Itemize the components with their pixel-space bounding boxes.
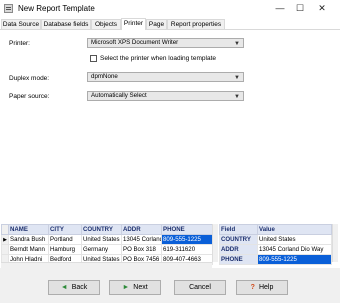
help-label: Help: [258, 284, 274, 291]
table-cell-selected[interactable]: 809-555-1225: [161, 234, 213, 245]
list-item[interactable]: PHONE 809-555-1225: [219, 254, 332, 265]
row-indicator-header: [1, 224, 9, 235]
table-cell[interactable]: Hamburg: [48, 244, 82, 255]
table-cell[interactable]: Portland: [48, 234, 82, 245]
data-grid-header: NAME CITY COUNTRY ADDR PHONE: [1, 224, 213, 235]
column-header-value[interactable]: Value: [257, 224, 332, 235]
tab-database-fields[interactable]: Database fields: [41, 19, 91, 29]
chevron-down-icon: ▼: [234, 41, 240, 47]
printer-label: Printer:: [9, 40, 30, 47]
tab-page[interactable]: Page: [146, 19, 167, 29]
back-button[interactable]: ◄ Back: [48, 280, 100, 295]
arrow-right-icon: ►: [122, 284, 130, 291]
cancel-label: Cancel: [189, 284, 211, 291]
tab-printer[interactable]: Printer: [121, 18, 146, 30]
field-grid-vertical-scrollbar[interactable]: [332, 224, 338, 262]
select-printer-label: Select the printer when loading template: [100, 55, 216, 62]
help-icon: ?: [250, 284, 255, 291]
column-header-name[interactable]: NAME: [8, 224, 49, 235]
arrow-left-icon: ◄: [60, 284, 68, 291]
field-value-selected[interactable]: 809-555-1225: [257, 254, 332, 265]
column-header-country[interactable]: COUNTRY: [81, 224, 122, 235]
table-cell[interactable]: PO Box 318: [121, 244, 162, 255]
field-name: PHONE: [219, 254, 258, 265]
current-row-icon: ▶: [1, 234, 9, 245]
row-indicator: [1, 244, 9, 255]
data-grid-vertical-scrollbar[interactable]: [212, 224, 218, 262]
select-printer-checkbox[interactable]: [90, 55, 97, 62]
field-grid-header: Field Value: [219, 224, 332, 235]
paper-source-label: Paper source:: [9, 93, 50, 100]
duplex-select[interactable]: dpmNone ▼: [87, 72, 244, 82]
field-name: COUNTRY: [219, 234, 258, 245]
paper-source-value: Automatically Select: [91, 92, 147, 99]
printer-select[interactable]: Microsoft XPS Document Writer ▼: [87, 38, 244, 48]
table-cell[interactable]: Berndt Mann: [8, 244, 49, 255]
data-preview-area: NAME CITY COUNTRY ADDR PHONE ▶ Sandra Bu…: [0, 223, 340, 268]
paper-source-select[interactable]: Automatically Select ▼: [87, 91, 244, 101]
tab-strip: Data Source Database fields Objects Prin…: [0, 18, 340, 30]
list-item[interactable]: ADDR 13045 Corland Dio Way: [219, 244, 332, 255]
field-value[interactable]: 13045 Corland Dio Way: [257, 244, 332, 255]
duplex-label: Duplex mode:: [9, 75, 50, 82]
field-value[interactable]: United States: [257, 234, 332, 245]
back-label: Back: [71, 284, 88, 291]
app-icon: [4, 4, 13, 13]
help-button[interactable]: ? Help: [236, 280, 288, 295]
tab-report-properties[interactable]: Report properties: [167, 19, 225, 29]
column-header-field[interactable]: Field: [219, 224, 258, 235]
tab-data-source[interactable]: Data Source: [1, 19, 41, 29]
table-cell[interactable]: Germany: [81, 244, 122, 255]
minimize-button[interactable]: —: [270, 1, 290, 15]
title-bar: New Report Template — ☐ ✕: [0, 0, 340, 18]
cancel-button[interactable]: Cancel: [174, 280, 226, 295]
tab-objects[interactable]: Objects: [91, 19, 121, 29]
field-name: ADDR: [219, 244, 258, 255]
field-grid[interactable]: Field Value COUNTRY United States ADDR 1…: [219, 224, 332, 265]
table-cell[interactable]: Sandra Bush: [8, 234, 49, 245]
table-row[interactable]: ▶ Sandra Bush Portland United States 130…: [1, 234, 213, 245]
table-row[interactable]: Berndt Mann Hamburg Germany PO Box 318 6…: [1, 244, 213, 255]
column-header-addr[interactable]: ADDR: [121, 224, 162, 235]
table-cell[interactable]: 619-311620: [161, 244, 213, 255]
chevron-down-icon: ▼: [234, 94, 240, 100]
next-label: Next: [133, 284, 148, 291]
table-cell[interactable]: United States: [81, 234, 122, 245]
window-title: New Report Template: [18, 4, 95, 13]
column-header-phone[interactable]: PHONE: [161, 224, 213, 235]
maximize-button[interactable]: ☐: [290, 1, 310, 15]
close-button[interactable]: ✕: [312, 1, 332, 15]
data-grid[interactable]: NAME CITY COUNTRY ADDR PHONE ▶ Sandra Bu…: [1, 224, 213, 265]
column-header-city[interactable]: CITY: [48, 224, 82, 235]
duplex-value: dpmNone: [91, 73, 118, 80]
chevron-down-icon: ▼: [234, 75, 240, 81]
next-button[interactable]: ► Next: [109, 280, 161, 295]
table-cell[interactable]: 13045 Corland: [121, 234, 162, 245]
list-item[interactable]: COUNTRY United States: [219, 234, 332, 245]
printer-value: Microsoft XPS Document Writer: [91, 39, 179, 46]
